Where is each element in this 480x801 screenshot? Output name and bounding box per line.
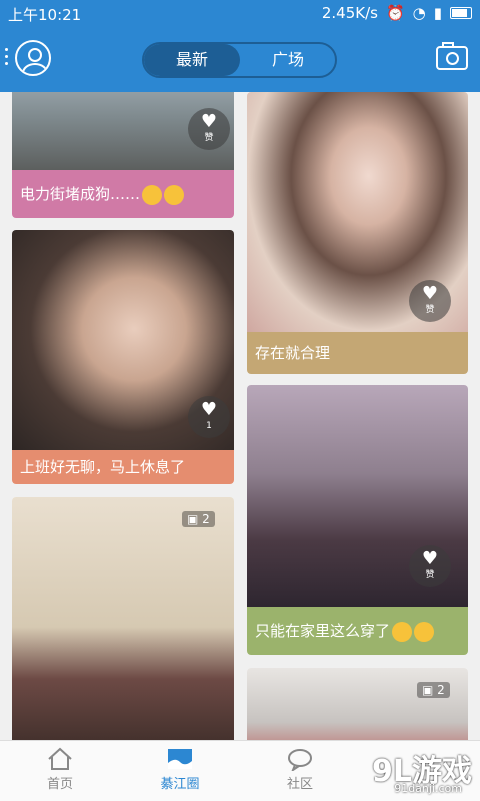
nav-item-community[interactable]: 社区 (240, 741, 360, 801)
menu-dots-icon[interactable] (5, 48, 8, 69)
heart-icon: ♥ (421, 548, 439, 569)
post-caption: 电力街堵成狗…… (12, 170, 234, 218)
post-photo[interactable] (12, 497, 234, 740)
nav-label: 綦江圈 (160, 777, 200, 792)
heart-icon: ♥ (200, 111, 218, 132)
chat-bubble-icon (288, 749, 312, 771)
like-button[interactable]: ♥ 赞 (188, 108, 230, 150)
post-caption: 上班好无聊，马上休息了 (12, 450, 234, 484)
watermark-site: 91danji.com (394, 782, 462, 795)
post-photo[interactable] (247, 668, 468, 740)
alarm-icon: ⏰ (385, 4, 405, 22)
wifi-icon: ◔ (412, 4, 426, 22)
image-count-badge: ▣ 2 (182, 511, 215, 527)
smile-emoji-icon (392, 621, 413, 642)
feed-card[interactable]: ▣ 2 (247, 668, 468, 740)
like-count: 赞 (425, 570, 435, 580)
feed-card[interactable]: ♥ 1 上班好无聊，马上休息了 (12, 230, 234, 484)
nav-item-qijiang-circle[interactable]: 綦江圈 (120, 741, 240, 801)
like-button[interactable]: ♥ 赞 (409, 280, 451, 322)
feed-card[interactable]: ♥ 赞 存在就合理 (247, 92, 468, 374)
sweat-emoji-icon (164, 184, 185, 205)
status-bar: 上午10:21 2.45K/s ⏰ ◔ ▮ (0, 0, 480, 28)
post-caption: 存在就合理 (247, 332, 468, 374)
app-header: 最新 广场 (0, 28, 480, 92)
heart-icon: ♥ (421, 283, 439, 304)
user-avatar-icon[interactable] (15, 40, 51, 76)
landscape-icon (168, 749, 192, 769)
picture-icon: ▣ (187, 512, 199, 526)
image-count-badge: ▣ 2 (417, 682, 450, 698)
feed-card[interactable]: ♥ 赞 只能在家里这么穿了 (247, 385, 468, 655)
status-time: 上午10:21 (8, 6, 82, 24)
nav-item-home[interactable]: 首页 (0, 741, 120, 801)
like-button[interactable]: ♥ 赞 (409, 545, 451, 587)
feed-tab-switcher: 最新 广场 (142, 42, 337, 78)
smile-emoji-icon (142, 184, 163, 205)
like-count: 赞 (204, 133, 214, 143)
photo-feed[interactable]: ♥ 赞 电力街堵成狗…… ♥ 赞 存在就合理 ♥ 1 上班好无聊，马上休息了 ♥ (0, 92, 480, 740)
like-count: 赞 (425, 305, 435, 315)
camera-icon[interactable] (436, 42, 468, 70)
laugh-emoji-icon (414, 621, 435, 642)
tab-square[interactable]: 广场 (240, 44, 335, 76)
feed-card[interactable]: ▣ 2 (12, 497, 234, 740)
signal-icon: ▮ (433, 4, 442, 22)
like-button[interactable]: ♥ 1 (188, 396, 230, 438)
nav-label: 首页 (46, 777, 73, 792)
nav-label: 社区 (286, 777, 313, 792)
home-icon (48, 747, 72, 770)
network-speed: 2.45K/s (321, 4, 378, 22)
picture-icon: ▣ (422, 683, 434, 697)
feed-card[interactable]: ♥ 赞 电力街堵成狗…… (12, 92, 234, 218)
tab-latest[interactable]: 最新 (144, 44, 240, 76)
heart-icon: ♥ (200, 399, 218, 420)
post-caption: 只能在家里这么穿了 (247, 607, 468, 655)
like-count: 1 (206, 421, 212, 431)
battery-icon (450, 7, 472, 19)
